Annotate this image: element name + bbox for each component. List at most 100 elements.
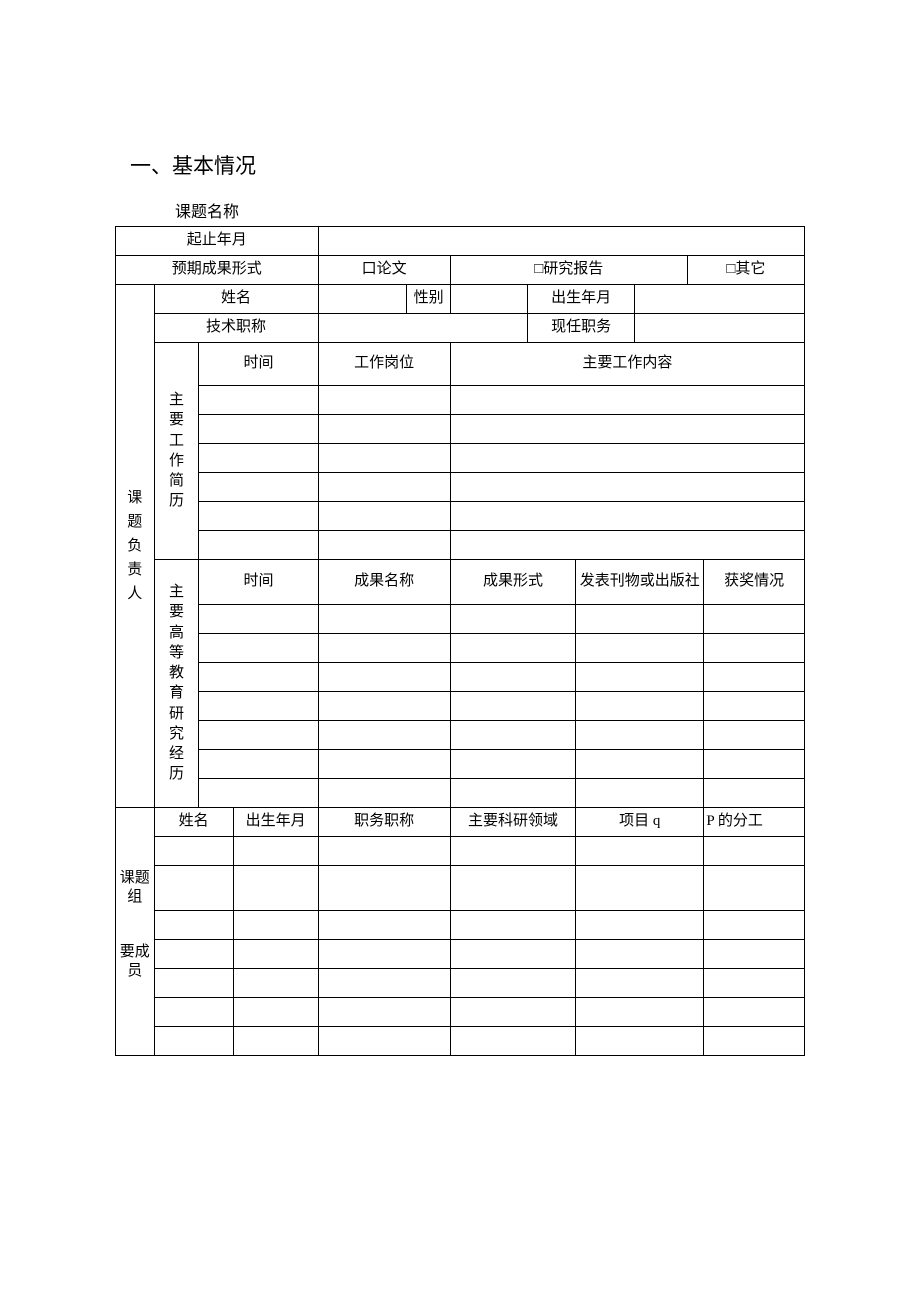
wh-time-6 [199, 531, 318, 560]
wh-content-3 [450, 444, 804, 473]
wh-time-3 [199, 444, 318, 473]
label-m-post: 职务职称 [318, 808, 450, 837]
edu-award-6 [704, 750, 805, 779]
label-members-top [116, 808, 155, 837]
label-members-gap [116, 911, 155, 940]
row-period: 起止年月 [116, 227, 805, 256]
value-gender [450, 285, 527, 314]
row-edu-7 [116, 779, 805, 808]
row-member-1 [116, 837, 805, 866]
label-m-division: P 的分工 [704, 808, 805, 837]
row-edu-5 [116, 721, 805, 750]
label-gender: 性别 [407, 285, 450, 314]
m-name-2 [154, 866, 233, 911]
m-proj-5 [576, 969, 704, 998]
section-title: 一、基本情况 [115, 150, 805, 180]
edu-pub-4 [576, 692, 704, 721]
row-work-6 [116, 531, 805, 560]
row-member-3 [116, 911, 805, 940]
label-edu-research: 主要高等教育研究经历 [154, 560, 199, 808]
checkbox-other[interactable]: □其它 [687, 256, 804, 285]
value-name [318, 285, 407, 314]
m-area-1 [450, 837, 575, 866]
edu-pub-5 [576, 721, 704, 750]
edu-form-5 [450, 721, 575, 750]
edu-pub-1 [576, 605, 704, 634]
edu-award-7 [704, 779, 805, 808]
label-edu-time: 时间 [199, 560, 318, 605]
label-edu-result-name: 成果名称 [318, 560, 450, 605]
m-post-6 [318, 998, 450, 1027]
edu-award-1 [704, 605, 805, 634]
m-name-3 [154, 911, 233, 940]
wh-post-5 [318, 502, 450, 531]
row-work-4 [116, 473, 805, 502]
m-birth-4 [233, 940, 318, 969]
label-current-post: 现任职务 [527, 314, 634, 343]
label-edu-awards: 获奖情况 [704, 560, 805, 605]
label-m-birth: 出生年月 [233, 808, 318, 837]
row-edu-header: 主要高等教育研究经历 时间 成果名称 成果形式 发表刊物或出版社 获奖情况 [116, 560, 805, 605]
edu-name-2 [318, 634, 450, 663]
label-period: 起止年月 [116, 227, 319, 256]
label-wh-content: 主要工作内容 [450, 343, 804, 386]
row-expected-form: 预期成果形式 口论文 □研究报告 □其它 [116, 256, 805, 285]
m-div-4 [704, 940, 805, 969]
row-work-2 [116, 415, 805, 444]
m-div-1 [704, 837, 805, 866]
wh-content-1 [450, 386, 804, 415]
row-member-4: 要成员 [116, 940, 805, 969]
edu-time-4 [199, 692, 318, 721]
edu-form-1 [450, 605, 575, 634]
m-area-7 [450, 1027, 575, 1056]
edu-award-2 [704, 634, 805, 663]
checkbox-paper[interactable]: 口论文 [318, 256, 450, 285]
row-member-6 [116, 998, 805, 1027]
form-table: 起止年月 预期成果形式 口论文 □研究报告 □其它 课题负责人 姓名 性别 出生… [115, 226, 805, 1056]
row-work-header: 主要工作简历 时间 工作岗位 主要工作内容 [116, 343, 805, 386]
edu-name-7 [318, 779, 450, 808]
edu-time-5 [199, 721, 318, 750]
m-area-3 [450, 911, 575, 940]
m-area-5 [450, 969, 575, 998]
label-members-part1: 课题组 [116, 866, 155, 911]
row-work-5 [116, 502, 805, 531]
topic-name-label: 课题名称 [115, 198, 805, 222]
m-birth-5 [233, 969, 318, 998]
edu-time-3 [199, 663, 318, 692]
m-post-3 [318, 911, 450, 940]
m-birth-2 [233, 866, 318, 911]
m-birth-6 [233, 998, 318, 1027]
label-members-blank1 [116, 998, 155, 1027]
edu-name-5 [318, 721, 450, 750]
m-post-2 [318, 866, 450, 911]
m-div-2 [704, 866, 805, 911]
m-proj-4 [576, 940, 704, 969]
label-m-project: 项目 q [576, 808, 704, 837]
m-name-5 [154, 969, 233, 998]
value-tech-title [318, 314, 527, 343]
m-area-6 [450, 998, 575, 1027]
m-name-4 [154, 940, 233, 969]
label-expected-form: 预期成果形式 [116, 256, 319, 285]
label-edu-result-form: 成果形式 [450, 560, 575, 605]
checkbox-report[interactable]: □研究报告 [450, 256, 687, 285]
edu-name-1 [318, 605, 450, 634]
wh-content-5 [450, 502, 804, 531]
m-proj-2 [576, 866, 704, 911]
wh-time-1 [199, 386, 318, 415]
row-edu-2 [116, 634, 805, 663]
edu-form-3 [450, 663, 575, 692]
m-area-4 [450, 940, 575, 969]
edu-name-4 [318, 692, 450, 721]
label-leader: 课题负责人 [116, 285, 155, 808]
label-m-area: 主要科研领域 [450, 808, 575, 837]
m-birth-3 [233, 911, 318, 940]
m-post-1 [318, 837, 450, 866]
wh-content-2 [450, 415, 804, 444]
edu-award-5 [704, 721, 805, 750]
edu-award-3 [704, 663, 805, 692]
wh-post-6 [318, 531, 450, 560]
row-work-3 [116, 444, 805, 473]
edu-pub-3 [576, 663, 704, 692]
